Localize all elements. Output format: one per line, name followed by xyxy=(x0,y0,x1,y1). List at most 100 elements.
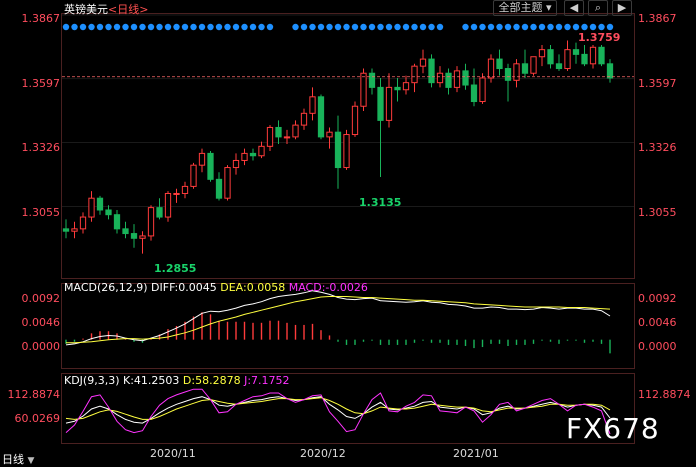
event-dot xyxy=(351,23,359,31)
kdj-tick-left: 60.0269 xyxy=(14,412,61,425)
theme-label: 全部主题 xyxy=(498,1,543,14)
candle-body xyxy=(232,159,240,169)
y-tick-right: 1.3326 xyxy=(638,141,677,154)
event-dot xyxy=(368,23,376,31)
candle-body xyxy=(173,192,180,195)
candle-body xyxy=(105,209,112,216)
candle-body xyxy=(122,228,129,235)
candle-body xyxy=(598,46,605,65)
candle-body xyxy=(241,152,248,161)
event-dot xyxy=(334,23,342,31)
event-dot xyxy=(139,23,146,31)
event-dot xyxy=(105,23,112,31)
candle-body xyxy=(496,58,503,70)
candle-body xyxy=(606,63,614,79)
event-dot xyxy=(62,23,70,31)
period-label[interactable]: <日线> xyxy=(108,3,148,16)
candle-body xyxy=(62,228,70,232)
candle-body xyxy=(130,233,138,239)
event-dot xyxy=(326,23,333,31)
kdj-tick-left: 112.8874 xyxy=(7,388,61,401)
event-dot xyxy=(113,23,121,31)
macd-tick-right: 0.0000 xyxy=(638,340,677,353)
event-dot xyxy=(343,23,350,31)
candle-body xyxy=(419,58,427,67)
event-dot xyxy=(504,23,512,31)
candle-body xyxy=(198,152,206,166)
x-tick: 2020/12 xyxy=(300,447,346,460)
x-tick: 2021/01 xyxy=(453,447,499,460)
event-dot xyxy=(122,23,129,31)
candle-body xyxy=(428,58,435,84)
candle-body xyxy=(470,84,478,103)
symbol-label: 英镑美元 xyxy=(64,3,108,16)
event-dot xyxy=(207,23,214,31)
event-dot xyxy=(164,23,172,31)
kdj-title: KDJ(9,3,3) xyxy=(64,374,120,387)
candle-body xyxy=(190,164,197,187)
event-dot xyxy=(564,23,571,31)
event-dot xyxy=(547,23,554,31)
candle-body xyxy=(113,214,121,230)
event-dot xyxy=(428,23,435,31)
x-tick: 2020/11 xyxy=(150,447,196,460)
event-dot xyxy=(147,23,155,31)
candle-body xyxy=(147,207,155,237)
chevron-left-icon[interactable]: ◀ xyxy=(564,0,584,16)
y-tick-left: 1.3867 xyxy=(21,12,61,25)
candle-body xyxy=(266,126,274,147)
event-dot xyxy=(96,23,104,31)
chevron-right-icon[interactable]: ▶ xyxy=(612,0,632,16)
candle-body xyxy=(530,56,537,74)
event-dot xyxy=(487,23,495,31)
search-icon[interactable]: ⌕ xyxy=(588,0,608,16)
event-dot xyxy=(249,23,257,31)
macd-tick-left: 0.0046 xyxy=(21,316,61,329)
event-dot xyxy=(538,23,546,31)
y-tick-right: 1.3055 xyxy=(638,206,677,219)
candle-body xyxy=(181,185,189,194)
macd-tick-right: 0.0092 xyxy=(638,292,677,305)
candle-body xyxy=(445,72,452,88)
candle-body xyxy=(436,72,444,84)
macd-tick-left: 0.0000 xyxy=(21,340,61,353)
event-dot xyxy=(224,23,231,31)
candle-body xyxy=(385,86,393,121)
event-dot xyxy=(606,23,614,31)
event-dot xyxy=(479,23,486,31)
chart-canvas xyxy=(0,0,696,466)
macd-diff: DIFF:0.0045 xyxy=(151,281,217,294)
kdj-legend: KDJ(9,3,3) K:41.2503 D:58.2878 J:7.1752 xyxy=(64,374,290,387)
caret-down-icon: ▼ xyxy=(27,456,35,466)
watermark: FX678 xyxy=(566,412,660,445)
candle-body xyxy=(572,49,580,55)
candle-body xyxy=(207,152,214,180)
low-annotation: 1.2855 xyxy=(154,262,197,275)
period-selector[interactable]: 日线 ▼ xyxy=(2,451,34,467)
kdj-k: K:41.2503 xyxy=(123,374,180,387)
candle-body xyxy=(547,49,554,65)
candle-body xyxy=(249,152,257,157)
candle-body xyxy=(504,68,512,81)
event-dot xyxy=(258,23,265,31)
event-dot xyxy=(411,23,418,31)
candle-body xyxy=(521,63,529,74)
candle-body xyxy=(258,145,265,157)
candle-body xyxy=(79,216,87,230)
y-tick-left: 1.3326 xyxy=(21,141,61,154)
event-dot xyxy=(462,23,469,31)
candle-body xyxy=(360,72,367,107)
candle-body xyxy=(462,70,469,86)
event-dot xyxy=(470,23,478,31)
candle-body xyxy=(283,136,291,139)
theme-selector[interactable]: 全部主题 ▾ xyxy=(493,0,557,16)
chart-title: 英镑美元<日线> xyxy=(64,1,148,17)
candle-body xyxy=(326,131,333,138)
event-dot xyxy=(173,23,180,31)
event-dot xyxy=(436,23,444,31)
event-dot xyxy=(377,23,384,31)
event-dot xyxy=(496,23,503,31)
candle-body xyxy=(139,235,146,239)
event-dot xyxy=(555,23,563,31)
candle-body xyxy=(555,63,563,70)
